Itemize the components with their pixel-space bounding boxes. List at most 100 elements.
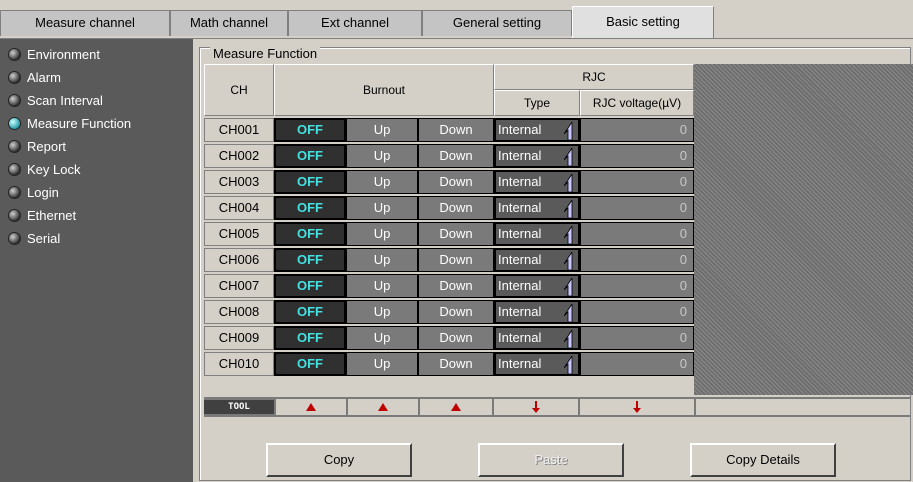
rjc-type-select[interactable]: Internal	[494, 248, 580, 272]
rjc-voltage-field[interactable]: 0	[580, 118, 694, 142]
sidebar-item-login[interactable]: Login	[8, 183, 59, 201]
sidebar-item-measure-function[interactable]: Measure Function	[8, 114, 131, 132]
burnout-up-button[interactable]: Up	[346, 144, 418, 168]
down-arrow-icon	[633, 401, 641, 413]
burnout-down-button[interactable]: Down	[418, 352, 494, 376]
rjc-type-select[interactable]: Internal	[494, 274, 580, 298]
burnout-off-button[interactable]: OFF	[274, 352, 346, 376]
burnout-up-button[interactable]: Up	[346, 196, 418, 220]
rjc-type-select[interactable]: Internal	[494, 326, 580, 350]
rjc-type-select[interactable]: Internal	[494, 352, 580, 376]
header-ch: CH	[204, 64, 274, 116]
radio-icon	[8, 139, 21, 153]
burnout-up-button[interactable]: Up	[346, 222, 418, 246]
burnout-down-button[interactable]: Down	[418, 196, 494, 220]
sidebar-item-label: Alarm	[27, 69, 61, 85]
burnout-off-button[interactable]: OFF	[274, 170, 346, 194]
burnout-up-button[interactable]: Up	[346, 274, 418, 298]
dropdown-arrow-icon	[564, 226, 573, 244]
burnout-down-button[interactable]: Down	[418, 144, 494, 168]
sidebar-item-label: Scan Interval	[27, 92, 103, 108]
sidebar-item-report[interactable]: Report	[8, 137, 66, 155]
burnout-off-button[interactable]: OFF	[274, 326, 346, 350]
rjc-type-value: Internal	[498, 330, 542, 345]
rjc-type-select[interactable]: Internal	[494, 196, 580, 220]
burnout-down-button[interactable]: Down	[418, 248, 494, 272]
burnout-down-button[interactable]: Down	[418, 170, 494, 194]
tab-bar: Measure channel Math channel Ext channel…	[0, 0, 913, 39]
rjc-voltage-field[interactable]: 0	[580, 326, 694, 350]
sidebar-item-alarm[interactable]: Alarm	[8, 68, 61, 86]
rjc-type-value: Internal	[498, 304, 542, 319]
burnout-off-button[interactable]: OFF	[274, 196, 346, 220]
burnout-up-button[interactable]: Up	[346, 352, 418, 376]
sidebar: Environment Alarm Scan Interval Measure …	[0, 39, 193, 482]
rjc-voltage-field[interactable]: 0	[580, 248, 694, 272]
burnout-up-button[interactable]: Up	[346, 118, 418, 142]
rjc-voltage-field[interactable]: 0	[580, 170, 694, 194]
sidebar-item-key-lock[interactable]: Key Lock	[8, 160, 80, 178]
burnout-up-button[interactable]: Up	[346, 300, 418, 324]
main-panel: Measure Function CH Burnout RJC Type RJC…	[193, 39, 913, 482]
rjc-type-select[interactable]: Internal	[494, 170, 580, 194]
paste-button[interactable]: Paste	[478, 443, 624, 477]
channel-label: CH002	[204, 144, 274, 168]
tab-ext-channel[interactable]: Ext channel	[288, 10, 422, 36]
rjc-type-value: Internal	[498, 200, 542, 215]
tab-measure-channel[interactable]: Measure channel	[0, 10, 170, 36]
burnout-down-button[interactable]: Down	[418, 222, 494, 246]
rjc-type-select[interactable]: Internal	[494, 222, 580, 246]
rjc-type-select[interactable]: Internal	[494, 118, 580, 142]
burnout-down-button[interactable]: Down	[418, 326, 494, 350]
copy-details-button[interactable]: Copy Details	[690, 443, 836, 477]
group-legend: Measure Function	[210, 46, 321, 61]
rjc-type-select[interactable]: Internal	[494, 144, 580, 168]
sidebar-item-environment[interactable]: Environment	[8, 45, 100, 63]
rjc-voltage-field[interactable]: 0	[580, 196, 694, 220]
rjc-type-select[interactable]: Internal	[494, 300, 580, 324]
header-rjc: RJC	[494, 64, 694, 90]
rjc-voltage-field[interactable]: 0	[580, 144, 694, 168]
sidebar-item-label: Ethernet	[27, 207, 77, 223]
fill-rjc-voltage-button[interactable]	[580, 399, 694, 415]
rjc-type-value: Internal	[498, 148, 542, 163]
burnout-up-button[interactable]: Up	[346, 248, 418, 272]
burnout-off-button[interactable]: OFF	[274, 248, 346, 272]
copy-button[interactable]: Copy	[266, 443, 412, 477]
burnout-up-button[interactable]: Up	[346, 170, 418, 194]
fill-down-off-button[interactable]	[276, 399, 346, 415]
rjc-voltage-field[interactable]: 0	[580, 274, 694, 298]
dropdown-arrow-icon	[564, 200, 573, 218]
burnout-down-button[interactable]: Down	[418, 274, 494, 298]
sidebar-item-ethernet[interactable]: Ethernet	[8, 206, 76, 224]
rjc-voltage-field[interactable]: 0	[580, 222, 694, 246]
header-rjc-voltage: RJC voltage(µV)	[580, 90, 694, 116]
dropdown-arrow-icon	[564, 304, 573, 322]
burnout-off-button[interactable]: OFF	[274, 274, 346, 298]
sidebar-item-serial[interactable]: Serial	[8, 229, 60, 247]
rjc-type-value: Internal	[498, 226, 542, 241]
burnout-off-button[interactable]: OFF	[274, 300, 346, 324]
rjc-voltage-field[interactable]: 0	[580, 352, 694, 376]
triangle-up-icon	[378, 403, 388, 411]
burnout-off-button[interactable]: OFF	[274, 118, 346, 142]
burnout-off-button[interactable]: OFF	[274, 144, 346, 168]
fill-type-button[interactable]	[494, 399, 578, 415]
burnout-up-button[interactable]: Up	[346, 326, 418, 350]
burnout-down-button[interactable]: Down	[418, 118, 494, 142]
tab-general-setting[interactable]: General setting	[422, 10, 572, 36]
dropdown-arrow-icon	[564, 174, 573, 192]
fill-down-up-button[interactable]	[348, 399, 418, 415]
sidebar-item-label: Measure Function	[27, 115, 132, 131]
sidebar-item-scan-interval[interactable]: Scan Interval	[8, 91, 103, 109]
tab-math-channel[interactable]: Math channel	[170, 10, 288, 36]
rjc-voltage-field[interactable]: 0	[580, 300, 694, 324]
dropdown-arrow-icon	[564, 148, 573, 166]
fill-down-down-button[interactable]	[420, 399, 492, 415]
tab-basic-setting[interactable]: Basic setting	[572, 6, 714, 38]
sidebar-item-label: Login	[27, 184, 59, 200]
burnout-down-button[interactable]: Down	[418, 300, 494, 324]
sidebar-item-label: Key Lock	[27, 161, 81, 177]
burnout-off-button[interactable]: OFF	[274, 222, 346, 246]
rjc-type-value: Internal	[498, 174, 542, 189]
